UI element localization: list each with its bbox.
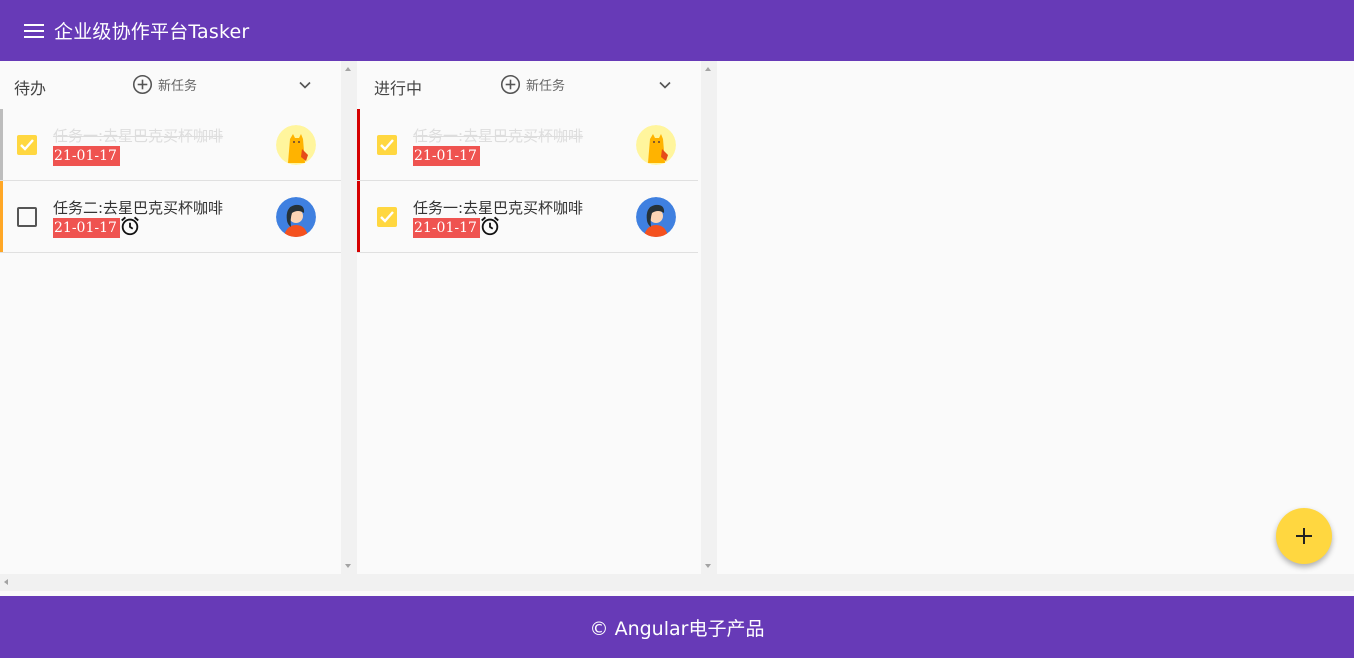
- task-board: 待办 新任务 任务一:去星巴克买杯咖啡 21-01-17 任务二:去星巴克买杯咖…: [0, 61, 1354, 574]
- task-list-in-progress: 进行中 新任务 任务一:去星巴克买杯咖啡 21-01-17 任务一:去星巴克买杯…: [357, 61, 698, 574]
- priority-indicator: [357, 181, 360, 252]
- task-item[interactable]: 任务一:去星巴克买杯咖啡 21-01-17: [357, 109, 698, 181]
- chevron-down-icon[interactable]: [655, 75, 675, 95]
- task-checkbox[interactable]: [377, 135, 397, 155]
- task-item[interactable]: 任务二:去星巴克买杯咖啡 21-01-17: [0, 181, 341, 253]
- check-icon: [20, 139, 34, 151]
- priority-indicator: [0, 109, 3, 180]
- list-title: 待办: [14, 79, 47, 98]
- alarm-icon: [481, 216, 499, 236]
- girl-avatar: [276, 197, 316, 237]
- list-scrollbar[interactable]: [341, 61, 357, 574]
- task-checkbox[interactable]: [377, 207, 397, 227]
- new-task-button[interactable]: 新任务: [500, 74, 565, 95]
- add-list-button[interactable]: [1276, 508, 1332, 564]
- top-toolbar: 企业级协作平台Tasker: [0, 0, 1354, 61]
- task-due-date: 21-01-17: [53, 146, 120, 166]
- list-scrollbar[interactable]: [701, 61, 717, 574]
- task-checkbox[interactable]: [17, 207, 37, 227]
- task-description: 任务一:去星巴克买杯咖啡: [53, 127, 224, 145]
- girl-avatar: [636, 197, 676, 237]
- list-header: 待办 新任务: [0, 61, 341, 109]
- task-due-date: 21-01-17: [413, 218, 480, 238]
- chevron-down-icon[interactable]: [295, 75, 315, 95]
- task-item[interactable]: 任务一:去星巴克买杯咖啡 21-01-17: [357, 181, 698, 253]
- add-circle-icon: [132, 74, 153, 95]
- priority-indicator: [357, 109, 360, 180]
- task-item[interactable]: 任务一:去星巴克买杯咖啡 21-01-17: [0, 109, 341, 181]
- task-due-date: 21-01-17: [413, 146, 480, 166]
- app-footer: © Angular电子产品: [0, 596, 1354, 658]
- task-list-todo: 待办 新任务 任务一:去星巴克买杯咖啡 21-01-17 任务二:去星巴克买杯咖…: [0, 61, 341, 574]
- list-header: 进行中 新任务: [357, 61, 698, 109]
- footer-copyright: © Angular电子产品: [589, 617, 765, 640]
- task-due-date: 21-01-17: [53, 218, 120, 238]
- cat-avatar: [276, 125, 316, 165]
- menu-icon[interactable]: [22, 19, 46, 43]
- check-icon: [380, 211, 394, 223]
- list-title: 进行中: [374, 79, 423, 98]
- new-task-button[interactable]: 新任务: [132, 74, 197, 95]
- task-description: 任务一:去星巴克买杯咖啡: [413, 127, 584, 145]
- priority-indicator: [0, 181, 3, 252]
- add-circle-icon: [500, 74, 521, 95]
- plus-icon: [1296, 528, 1312, 544]
- cat-avatar: [636, 125, 676, 165]
- app-title: 企业级协作平台Tasker: [54, 21, 250, 43]
- new-task-label: 新任务: [158, 79, 198, 94]
- check-icon: [380, 139, 394, 151]
- new-task-label: 新任务: [526, 79, 566, 94]
- task-checkbox[interactable]: [17, 135, 37, 155]
- alarm-icon: [121, 216, 139, 236]
- board-horizontal-scrollbar[interactable]: [0, 574, 1354, 591]
